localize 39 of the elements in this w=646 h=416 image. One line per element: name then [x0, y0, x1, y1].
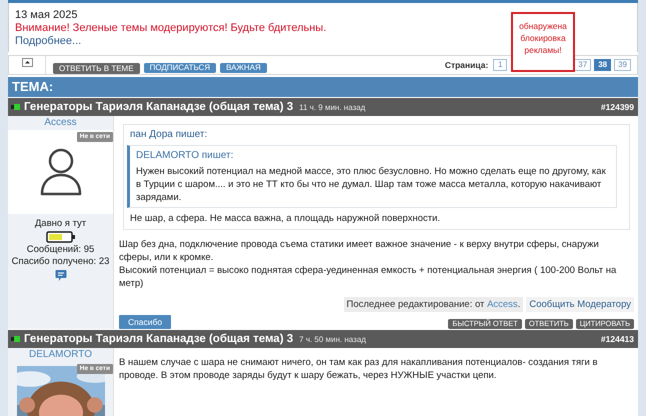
post-text: Шар без дна, подключение провода съема статики имеет важное значение - к верху внутри сферы, снаружи сферы, или к кромке. — [119, 238, 600, 264]
post-text: Высокий потенциал = высоко поднятая сфера-уединенная емкость + потенциальная энергия ( 100-200 Вольт на метр) — [119, 264, 618, 290]
toolbar-button[interactable]: ВАЖНАЯ — [220, 63, 267, 73]
quote-text: Не шар, а сфера. Не масса важна, а площадь наружной поверхности. — [129, 212, 442, 225]
post-time: 11 ч. 9 мин. назад — [299, 102, 366, 112]
username-link[interactable]: Access — [44, 116, 77, 130]
page-link[interactable]: 38 — [594, 59, 612, 71]
toolbar-button[interactable]: ОТВЕТИТЬ В ТЕМЕ — [53, 63, 140, 74]
post-number[interactable]: #124413 — [600, 334, 634, 344]
thanks-button[interactable]: Спасибо — [119, 315, 172, 329]
toolbar-button[interactable]: ПОДПИСАТЬСЯ — [144, 63, 216, 73]
message-icon[interactable] — [54, 269, 66, 282]
quote-author: DELAMORTO пишет: — [136, 149, 234, 162]
notice-date: 13 мая 2025 — [15, 9, 78, 22]
post-number[interactable]: #124399 — [600, 102, 634, 112]
edit-note: Последнее редактирование: от Access. — [344, 297, 524, 312]
status-icon — [11, 103, 21, 111]
adblock-dialog: обнаружена блокировка рекламы! — [511, 12, 575, 72]
username-link[interactable]: DELAMORTO — [29, 348, 92, 362]
page-label: Страница: — [444, 60, 488, 70]
post-text: В нашем случае с шара не снимают ничего, он там как раз для накапливания потенциалов- создания тяги в проводе. В этом проводе заряды будут к шару бежать, через НУЖНЫЕ участки цепи. — [119, 356, 599, 382]
author-link[interactable]: Access — [487, 299, 518, 310]
page-link[interactable]: 39 — [614, 59, 631, 71]
report-link[interactable]: Сообщить Модератору — [526, 297, 634, 312]
user-rank: Давно я тут — [34, 218, 86, 230]
status-icon — [11, 335, 21, 343]
thanks-count: Спасибо получено: 23 — [12, 256, 110, 268]
message-count: Сообщений: 95 — [26, 244, 94, 256]
page-link[interactable]: 1 — [493, 59, 508, 71]
section-title: ТЕМА: — [8, 77, 638, 97]
warning-text: Внимание! Зеленые темы модерируются! Будьте бдительны. — [15, 22, 326, 34]
post-time: 7 ч. 50 мин. назад — [299, 334, 366, 344]
quote-author: пан Дора пишет: — [129, 128, 208, 141]
battery-icon — [46, 231, 76, 243]
collapse-icon[interactable] — [22, 58, 32, 67]
quote-text: Нужен высокий потенциал на медной массе, это плюс безусловно. Но можно сделать еще по другому, как в Турции с шаром.... и это не ТТ кто бы что не думал. Шар там тоже масса металла, которую накачивают зарядами. — [136, 165, 607, 204]
post-title[interactable]: Генераторы Тариэля Капанадзе (общая тема) 3 — [24, 333, 294, 345]
more-link[interactable]: Подробнее... — [15, 35, 82, 47]
post-title[interactable]: Генераторы Тариэля Капанадзе (общая тема) 3 — [24, 101, 294, 113]
